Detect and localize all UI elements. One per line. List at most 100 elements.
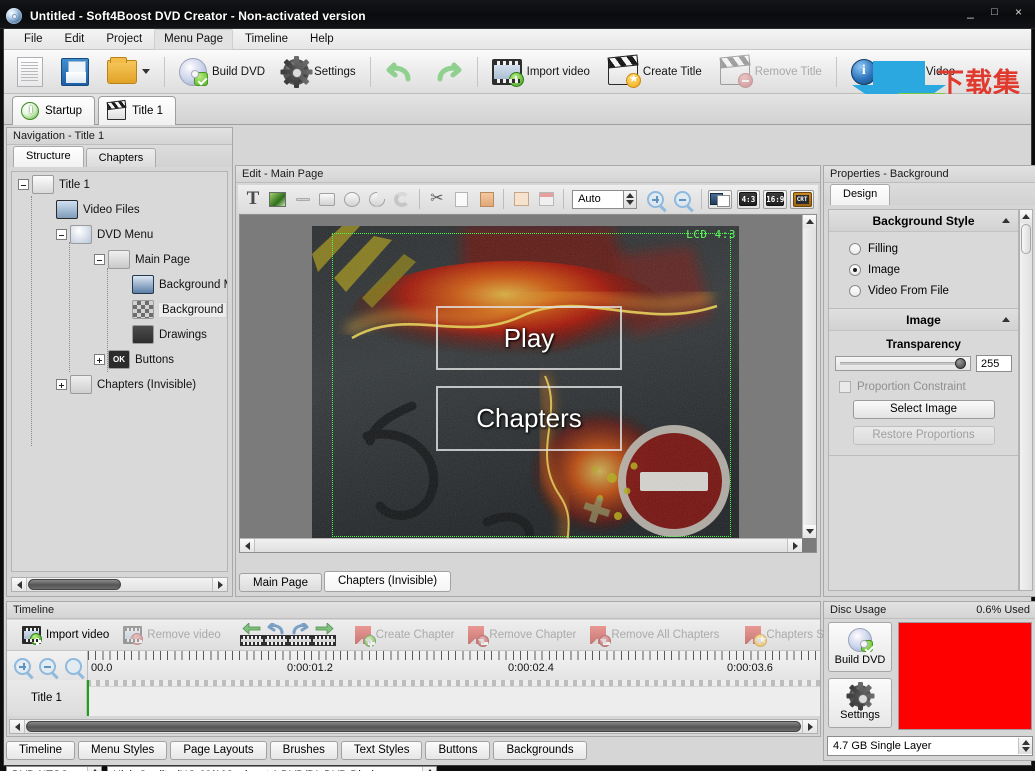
dvd-menu-stage[interactable]: LCD 4:3 Play Chapters <box>312 226 739 546</box>
tree-item-title-1[interactable]: Title 1 <box>12 172 227 197</box>
scroll-right-arrow-icon[interactable] <box>802 720 817 733</box>
maximize-button[interactable]: □ <box>988 6 1001 18</box>
chevron-down-icon[interactable] <box>142 69 150 74</box>
menu-help[interactable]: Help <box>300 29 344 50</box>
structure-tree[interactable]: Title 1 Video Files DVD Menu Main Page <box>11 171 228 572</box>
tree-toggle-plus-icon[interactable] <box>94 354 105 365</box>
page-tab-main-page[interactable]: Main Page <box>239 573 322 592</box>
disc-capacity-combo[interactable]: 4.7 GB Single Layer <box>827 736 1033 756</box>
navigation-hscrollbar[interactable] <box>11 577 228 592</box>
tree-toggle-minus-icon[interactable] <box>94 254 105 265</box>
menu-file[interactable]: File <box>14 29 53 50</box>
page-tab-chapters-invisible[interactable]: Chapters (Invisible) <box>324 571 451 592</box>
crt-preview-button[interactable]: CRT <box>790 190 814 209</box>
disc-settings-button[interactable]: Settings <box>828 678 892 728</box>
background-style-header[interactable]: Background Style <box>829 210 1018 232</box>
select-image-button[interactable]: Select Image <box>853 400 995 419</box>
bottom-tab-page-layouts[interactable]: Page Layouts <box>170 741 266 760</box>
slider-knob[interactable] <box>955 358 966 369</box>
tree-toggle-plus-icon[interactable] <box>56 379 67 390</box>
prev-frame-button[interactable] <box>240 624 264 646</box>
format-spinner[interactable] <box>87 767 101 771</box>
build-dvd-button[interactable]: Build DVD <box>170 52 274 92</box>
chevron-up-icon[interactable] <box>1002 218 1010 223</box>
image-group-header[interactable]: Image <box>829 309 1018 331</box>
line-tool-button[interactable] <box>292 188 314 210</box>
canvas-vscrollbar[interactable] <box>802 215 816 538</box>
radio-icon[interactable] <box>849 243 861 255</box>
bottom-tab-buttons[interactable]: Buttons <box>425 741 490 760</box>
radio-icon[interactable] <box>849 285 861 297</box>
spinner-down-icon[interactable] <box>626 200 634 205</box>
zoom-value[interactable]: Auto <box>572 190 624 209</box>
tree-item-drawings[interactable]: Drawings <box>12 322 227 347</box>
radio-icon-selected[interactable] <box>849 264 861 276</box>
ellipse-tool-button[interactable] <box>341 188 363 210</box>
scroll-left-arrow-icon[interactable] <box>12 578 27 591</box>
chevron-up-icon[interactable] <box>1002 317 1010 322</box>
dvd-format-combo[interactable]: DVD NTSC <box>6 766 102 771</box>
paste-button[interactable] <box>476 188 498 210</box>
tree-item-buttons[interactable]: OK Buttons <box>12 347 227 372</box>
timeline-zoom-fit-button[interactable] <box>62 654 85 678</box>
scroll-down-arrow-icon[interactable] <box>803 525 816 538</box>
tree-item-main-page[interactable]: Main Page <box>12 247 227 272</box>
timeline-ruler-strip[interactable]: 00.0 0:00:01.2 0:00:02.4 0:00:03.6 <box>87 651 820 681</box>
scroll-left-arrow-icon[interactable] <box>10 720 25 733</box>
scroll-right-arrow-icon[interactable] <box>212 578 227 591</box>
timeline-import-video-button[interactable]: Import video <box>15 621 116 649</box>
tree-toggle-minus-icon[interactable] <box>18 179 29 190</box>
properties-vscrollbar[interactable] <box>1019 209 1033 591</box>
scroll-up-arrow-icon[interactable] <box>1020 210 1032 223</box>
tree-item-dvd-menu[interactable]: DVD Menu <box>12 222 227 247</box>
menu-project[interactable]: Project <box>96 29 152 50</box>
bottom-tab-backgrounds[interactable]: Backgrounds <box>493 741 586 760</box>
step-forward-button[interactable] <box>288 624 312 646</box>
transparency-value[interactable]: 255 <box>976 355 1012 372</box>
align-button[interactable] <box>535 188 557 210</box>
canvas-hscrollbar[interactable] <box>240 538 802 552</box>
rectangle-tool-button[interactable] <box>317 188 339 210</box>
playhead[interactable] <box>87 680 89 716</box>
scroll-thumb[interactable] <box>26 721 801 732</box>
tab-title-1[interactable]: Title 1 <box>98 96 176 125</box>
spinner-up-icon[interactable] <box>626 193 634 198</box>
capacity-spinner[interactable] <box>1018 738 1032 754</box>
quality-combo[interactable]: High Quality (HQ 60/108 min. at 1 DVD/DL… <box>107 766 437 771</box>
redo-button[interactable] <box>424 52 472 92</box>
menu-menu-page[interactable]: Menu Page <box>154 29 233 50</box>
bottom-tab-text-styles[interactable]: Text Styles <box>341 741 423 760</box>
nav-tab-structure[interactable]: Structure <box>13 146 84 167</box>
dvd-chapters-button[interactable]: Chapters <box>436 386 622 451</box>
tree-item-background-music[interactable]: Background M <box>12 272 227 297</box>
transparency-slider[interactable] <box>835 356 971 371</box>
settings-button[interactable]: Settings <box>274 52 365 92</box>
timeline-track-area[interactable]: Title 1 <box>7 680 820 716</box>
step-back-button[interactable] <box>264 624 288 646</box>
radio-filling[interactable]: Filling <box>829 238 1018 259</box>
radio-image[interactable]: Image <box>829 259 1018 280</box>
next-frame-button[interactable] <box>312 624 336 646</box>
capture-video-button[interactable]: Capture Video <box>842 52 964 92</box>
scroll-up-arrow-icon[interactable] <box>803 215 816 228</box>
timeline-zoom-out-button[interactable] <box>36 654 59 678</box>
undo-button[interactable] <box>376 52 424 92</box>
aspect-4-3-button[interactable]: 4:3 <box>737 190 761 209</box>
open-project-button[interactable] <box>98 52 159 92</box>
scroll-thumb[interactable] <box>28 579 121 590</box>
save-project-button[interactable] <box>52 52 98 92</box>
spinner-down-icon[interactable] <box>1022 747 1030 752</box>
tree-item-background[interactable]: Background <box>12 297 227 322</box>
arc-tool-button[interactable] <box>391 188 413 210</box>
zoom-combo[interactable]: Auto <box>572 190 637 209</box>
bottom-tab-timeline[interactable]: Timeline <box>6 741 75 760</box>
close-button[interactable]: × <box>1012 6 1025 18</box>
quality-spinner[interactable] <box>422 767 436 771</box>
copy-button[interactable] <box>451 188 473 210</box>
scroll-right-arrow-icon[interactable] <box>787 539 802 552</box>
scroll-left-arrow-icon[interactable] <box>240 539 255 552</box>
create-title-button[interactable]: Create Title <box>599 52 711 92</box>
tree-item-chapters-invisible[interactable]: Chapters (Invisible) <box>12 372 227 397</box>
minimize-button[interactable]: _ <box>964 6 977 18</box>
menu-edit[interactable]: Edit <box>55 29 95 50</box>
